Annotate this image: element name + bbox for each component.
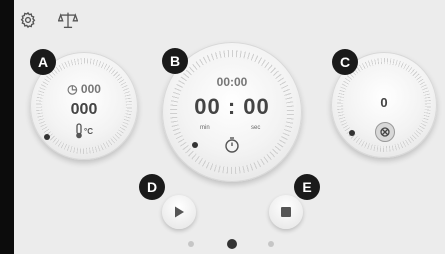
page-dot-3[interactable] — [268, 241, 274, 247]
tare-icon[interactable] — [375, 122, 395, 142]
play-icon — [175, 206, 184, 218]
temperature-top-row: ◷ 000 — [30, 82, 138, 96]
weight-value: 0 — [380, 95, 388, 110]
minutes-label: min — [200, 125, 210, 131]
timer-sub-time: 00:00 — [216, 75, 248, 89]
stop-icon — [281, 207, 291, 217]
dial-indicator-dot — [44, 134, 50, 140]
label-a: A — [30, 49, 56, 75]
scale-screen: ◷ 000 000 °C A 00:00 00 : 00 min sec B 0… — [14, 0, 445, 254]
page-dot-2-active[interactable] — [227, 239, 237, 249]
dial-indicator-dot — [192, 142, 198, 148]
timer-small-icon: ◷ — [67, 82, 81, 96]
temperature-value: 000 — [70, 101, 98, 118]
dial-indicator-dot — [349, 130, 355, 136]
seconds-label: sec — [251, 125, 261, 131]
label-c: C — [332, 49, 358, 75]
settings-gear-icon[interactable] — [18, 10, 38, 30]
label-b: B — [162, 48, 188, 74]
balance-scale-icon[interactable] — [58, 10, 78, 30]
label-d: D — [139, 174, 165, 200]
stopwatch-icon — [223, 136, 241, 159]
label-e: E — [294, 174, 320, 200]
play-button[interactable] — [162, 195, 196, 229]
temperature-top-value: 000 — [80, 82, 101, 96]
stop-button[interactable] — [269, 195, 303, 229]
timer-main-time: 00 : 00 — [194, 94, 270, 119]
temperature-unit: °C — [84, 126, 93, 136]
thermometer-icon: °C — [74, 122, 104, 140]
page-dot-1[interactable] — [188, 241, 194, 247]
